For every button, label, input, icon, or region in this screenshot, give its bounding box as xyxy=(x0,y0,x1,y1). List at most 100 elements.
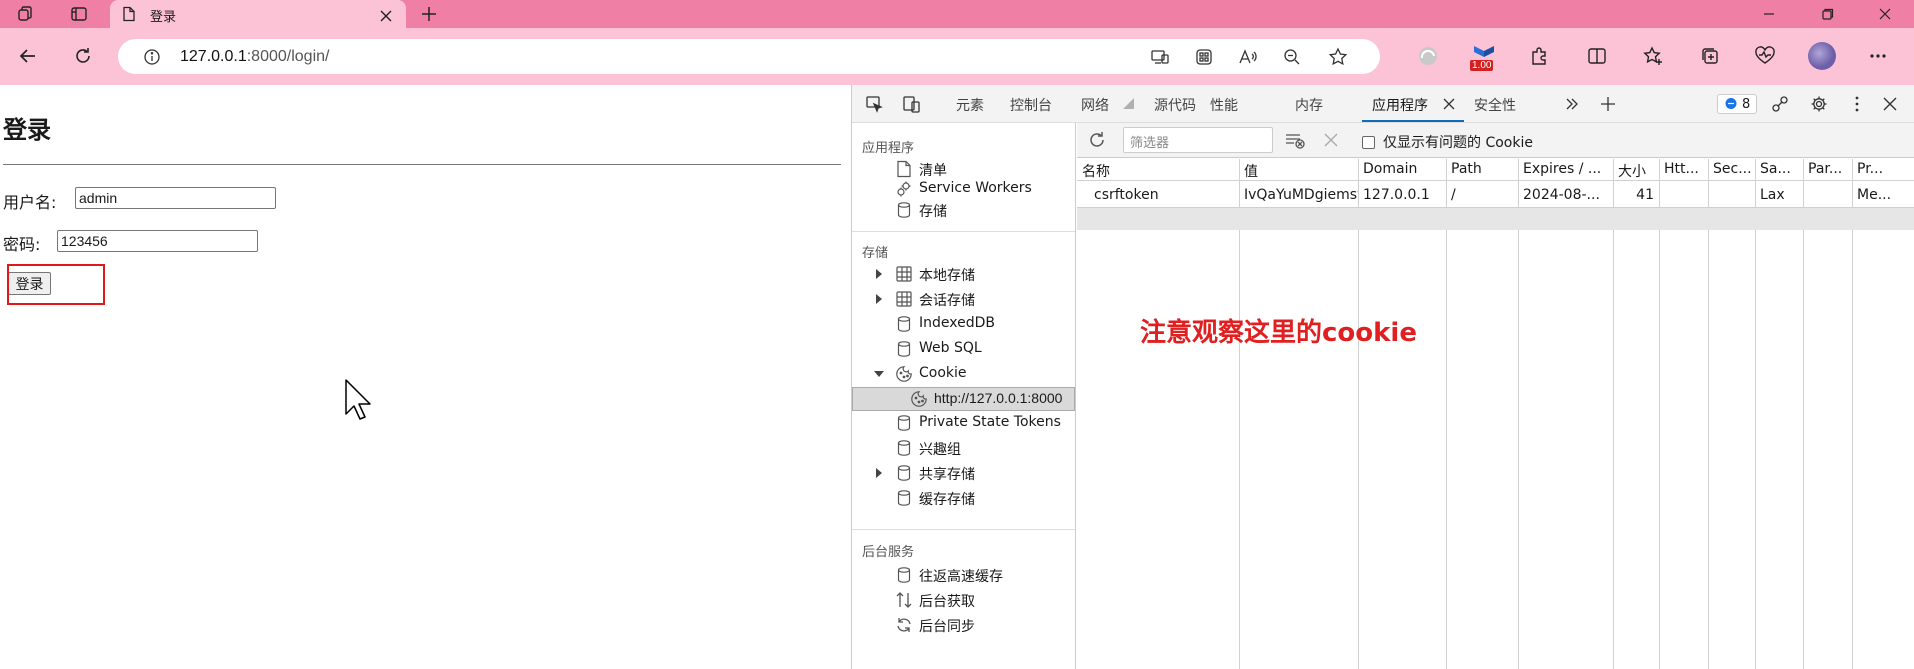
split-screen-icon[interactable] xyxy=(1579,38,1615,74)
expand-arrow-icon[interactable] xyxy=(874,468,884,478)
expand-arrow-icon[interactable] xyxy=(874,294,884,304)
connection-icon[interactable] xyxy=(1768,92,1792,116)
table-cell-value[interactable]: IvQaYuMDgiemsw... xyxy=(1239,182,1358,208)
favorites-icon[interactable] xyxy=(1635,38,1671,74)
sidebar-item-shared-storage[interactable]: 共享存储 xyxy=(852,462,1075,484)
checkbox-box[interactable] xyxy=(1362,135,1375,149)
performance-heart-icon[interactable] xyxy=(1747,38,1783,74)
delete-selected-icon[interactable] xyxy=(1319,128,1343,152)
cookie-filter-input[interactable]: 筛选器 xyxy=(1123,127,1273,153)
column-header-size[interactable]: 大小 xyxy=(1613,159,1659,181)
sidebar-item-interest-groups[interactable]: 兴趣组 xyxy=(852,437,1075,459)
column-divider[interactable] xyxy=(1518,159,1519,669)
only-issues-checkbox[interactable]: 仅显示有问题的 Cookie xyxy=(1362,132,1533,152)
sidebar-item-cache-storage[interactable]: 缓存存储 xyxy=(852,487,1075,509)
app-available-icon[interactable] xyxy=(1146,43,1174,71)
table-cell-size[interactable]: 41 xyxy=(1613,182,1659,208)
sidebar-item-service-workers[interactable]: Service Workers xyxy=(852,178,1075,200)
collapse-arrow-icon[interactable] xyxy=(874,369,884,379)
clear-filtered-icon[interactable] xyxy=(1283,128,1307,152)
password-input[interactable]: 123456 xyxy=(57,230,258,252)
sidebar-item-storage-overview[interactable]: 存储 xyxy=(852,199,1075,221)
column-header-path[interactable]: Path xyxy=(1446,159,1518,181)
sidebar-item-web-sql[interactable]: Web SQL xyxy=(852,338,1075,360)
profile-ext-icon[interactable] xyxy=(1410,38,1446,74)
table-cell-priority[interactable]: Me... xyxy=(1852,182,1914,208)
sidebar-item-indexeddb[interactable]: IndexedDB xyxy=(852,313,1075,335)
devtools-tab-application[interactable]: 应用程序 xyxy=(1372,95,1428,115)
back-icon[interactable] xyxy=(10,38,46,74)
more-menu-icon[interactable] xyxy=(1860,38,1896,74)
column-divider[interactable] xyxy=(1613,159,1614,669)
devtools-tab-sources[interactable]: 源代码 xyxy=(1154,95,1196,115)
sidebar-item-private-state-tokens[interactable]: Private State Tokens xyxy=(852,412,1075,434)
column-divider[interactable] xyxy=(1852,159,1853,669)
sidebar-item-background-sync[interactable]: 后台同步 xyxy=(852,614,1075,636)
table-cell-httponly[interactable] xyxy=(1659,182,1708,208)
table-cell-samesite[interactable]: Lax xyxy=(1755,182,1803,208)
column-header-samesite[interactable]: Sa... xyxy=(1755,159,1803,181)
sidebar-item-session-storage[interactable]: 会话存储 xyxy=(852,288,1075,310)
expand-arrow-icon[interactable] xyxy=(874,269,884,279)
issues-badge[interactable]: 8 xyxy=(1717,94,1758,114)
sidebar-item-local-storage[interactable]: 本地存储 xyxy=(852,263,1075,285)
site-info-icon[interactable] xyxy=(138,43,166,71)
close-tab-icon[interactable] xyxy=(376,6,396,26)
sidebar-item-cookies[interactable]: Cookie xyxy=(852,363,1075,385)
column-header-priority[interactable]: Pr... xyxy=(1852,159,1914,181)
table-cell-secure[interactable] xyxy=(1708,182,1755,208)
read-aloud-icon[interactable] xyxy=(1234,43,1262,71)
table-cell-name[interactable]: csrftoken xyxy=(1089,182,1239,208)
column-divider[interactable] xyxy=(1239,159,1240,669)
close-devtools-icon[interactable] xyxy=(1878,92,1902,116)
sidebar-item-background-fetch[interactable]: 后台获取 xyxy=(852,589,1075,611)
column-header-httponly[interactable]: Htt... xyxy=(1659,159,1708,181)
settings-gear-icon[interactable] xyxy=(1807,92,1831,116)
column-header-partition-key[interactable]: Par... xyxy=(1803,159,1852,181)
more-tabs-chevron-icon[interactable] xyxy=(1560,92,1584,116)
collections-icon[interactable] xyxy=(1692,38,1728,74)
address-url[interactable]: 127.0.0.1:8000/login/ xyxy=(180,48,329,66)
extensions-icon[interactable] xyxy=(1521,38,1557,74)
devtools-tab-memory[interactable]: 内存 xyxy=(1295,95,1323,115)
device-emulation-icon[interactable] xyxy=(900,92,924,116)
column-header-secure[interactable]: Sec... xyxy=(1708,159,1755,181)
customize-menu-icon[interactable] xyxy=(1845,92,1869,116)
column-divider[interactable] xyxy=(1446,159,1447,669)
profile-avatar[interactable] xyxy=(1804,38,1840,74)
column-divider[interactable] xyxy=(1803,159,1804,669)
new-tab-icon[interactable] xyxy=(409,0,449,28)
browser-tab-active[interactable]: 登录 xyxy=(110,0,406,31)
column-divider[interactable] xyxy=(1659,159,1660,669)
username-input[interactable]: admin xyxy=(75,187,276,209)
minimize-icon[interactable] xyxy=(1739,0,1799,28)
refresh-icon[interactable] xyxy=(65,38,101,74)
devtools-tab-performance[interactable]: 性能 xyxy=(1210,95,1238,115)
column-header-value[interactable]: 值 xyxy=(1239,159,1358,181)
column-header-name[interactable]: 名称 xyxy=(1077,159,1239,181)
address-bar[interactable]: 127.0.0.1:8000/login/ xyxy=(118,39,1380,74)
table-cell-path[interactable]: / xyxy=(1446,182,1518,208)
sidebar-item-back-forward-cache[interactable]: 往返高速缓存 xyxy=(852,564,1075,586)
add-panel-icon[interactable] xyxy=(1596,92,1620,116)
table-cell-partition-key[interactable] xyxy=(1803,182,1852,208)
table-cell-expires[interactable]: 2024-08-... xyxy=(1518,182,1613,208)
extensions-grid-icon[interactable] xyxy=(1190,43,1218,71)
zoom-out-icon[interactable] xyxy=(1278,43,1306,71)
tab-actions-icon[interactable] xyxy=(59,0,99,28)
devtools-tab-network[interactable]: 网络 xyxy=(1081,95,1109,115)
table-cell-domain[interactable]: 127.0.0.1 xyxy=(1358,182,1446,208)
devtools-tab-elements[interactable]: 元素 xyxy=(956,95,984,115)
sidebar-item-cookie-origin[interactable]: http://127.0.0.1:8000 xyxy=(852,387,1075,411)
devtools-tab-security[interactable]: 安全性 xyxy=(1474,95,1516,115)
workspaces-icon[interactable] xyxy=(6,0,46,28)
close-window-icon[interactable] xyxy=(1855,0,1914,28)
inspect-element-icon[interactable] xyxy=(862,92,886,116)
sidebar-item-manifest[interactable]: 清单 xyxy=(852,158,1075,180)
refresh-cookies-icon[interactable] xyxy=(1085,128,1109,152)
column-divider[interactable] xyxy=(1755,159,1756,669)
column-divider[interactable] xyxy=(1358,159,1359,669)
restore-icon[interactable] xyxy=(1798,0,1858,28)
column-divider[interactable] xyxy=(1708,159,1709,669)
favorite-star-icon[interactable] xyxy=(1324,43,1352,71)
